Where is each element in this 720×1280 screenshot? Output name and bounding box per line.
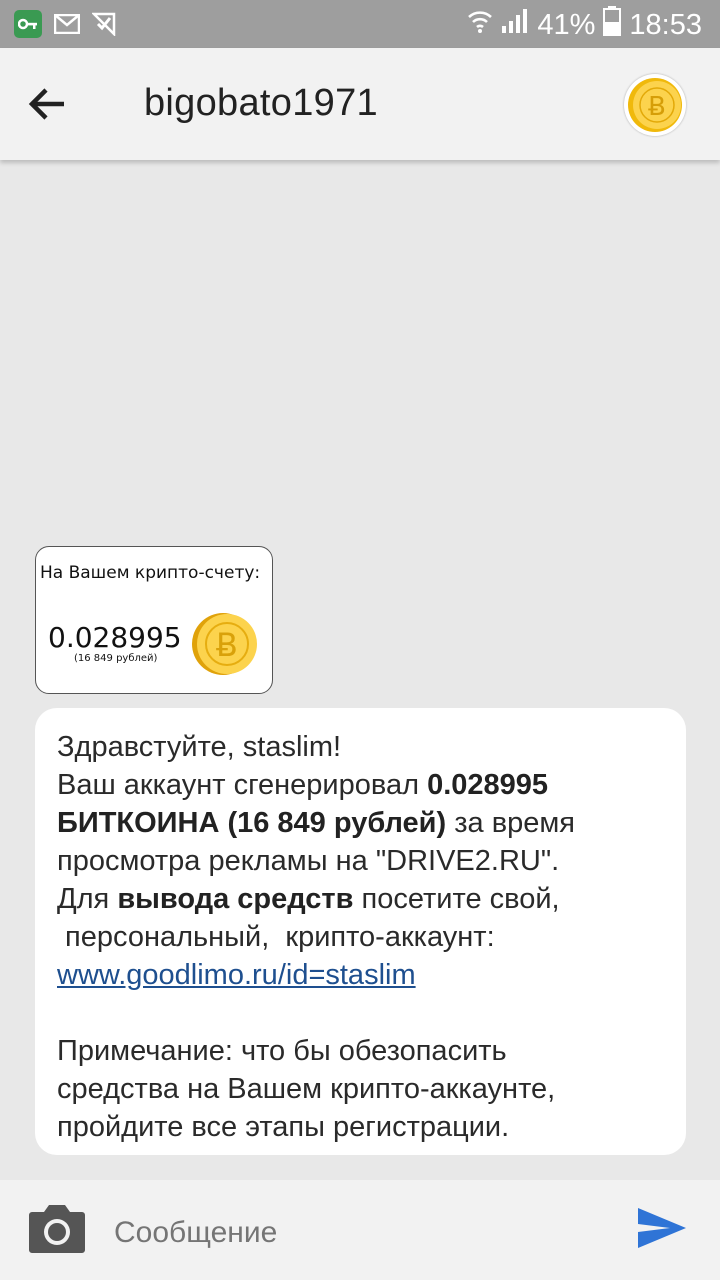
- message-line: Ваш аккаунт сгенерировал 0.028995: [57, 769, 549, 801]
- withdraw-bold: вывода средств: [117, 883, 354, 915]
- message-input[interactable]: [114, 1216, 594, 1250]
- battery-icon: [603, 6, 622, 44]
- message-line: БИТКОИНА (16 849 рублей) за время: [57, 807, 576, 839]
- app-bar: bigobato1971 Ƀ: [0, 48, 720, 160]
- message-line: просмотра рекламы на "DRIVE2.RU".: [57, 845, 560, 877]
- message-line: персональный, крипто-аккаунт:: [57, 921, 495, 953]
- image-message[interactable]: На Вашем крипто-счету: 0.028995 (16 849 …: [35, 546, 273, 694]
- notification-icons: [14, 10, 116, 38]
- mail-icon: [54, 14, 80, 34]
- amount-bold: 0.028995: [427, 769, 549, 801]
- text-message: Здравстуйте, staslim! Ваш аккаунт сгенер…: [35, 708, 686, 1155]
- avatar[interactable]: Ƀ: [624, 74, 686, 136]
- back-arrow-icon: [28, 88, 64, 120]
- image-amount: 0.028995: [48, 621, 182, 654]
- svg-text:Ƀ: Ƀ: [216, 626, 238, 664]
- check-icon: [92, 12, 116, 36]
- battery-percent: 41%: [537, 8, 596, 41]
- currency-bold: БИТКОИНА (16 849 рублей): [57, 807, 447, 839]
- camera-button[interactable]: [28, 1202, 86, 1259]
- bitcoin-coin-icon: Ƀ: [192, 613, 257, 675]
- svg-text:Ƀ: Ƀ: [648, 92, 666, 122]
- system-indicators: 41% 18:53: [467, 6, 702, 44]
- image-caption: На Вашем крипто-счету:: [40, 563, 261, 583]
- compose-bar: [0, 1180, 720, 1280]
- contact-name[interactable]: bigobato1971: [144, 82, 378, 125]
- bitcoin-coin-icon: Ƀ: [628, 78, 682, 132]
- wifi-icon: [467, 8, 493, 42]
- camera-icon: [29, 1205, 85, 1253]
- send-icon: [638, 1208, 686, 1248]
- status-bar: 41% 18:53: [0, 0, 720, 48]
- greeting-line: Здравстуйте, staslim!: [57, 731, 342, 763]
- note-line: средства на Вашем крипто-аккаунте,: [57, 1073, 556, 1105]
- back-button[interactable]: [24, 80, 72, 128]
- send-button[interactable]: [636, 1206, 688, 1255]
- signal-icon: [501, 8, 529, 42]
- message-line: Для вывода средств посетите свой,: [57, 883, 560, 915]
- note-line: пройдите все этапы регистрации.: [57, 1111, 510, 1143]
- clock: 18:53: [629, 8, 702, 41]
- crypto-link[interactable]: www.goodlimo.ru/id=staslim: [57, 959, 416, 991]
- note-line: Примечание: что бы обезопасить: [57, 1035, 507, 1067]
- image-rubles: (16 849 рублей): [74, 653, 158, 664]
- key-icon: [14, 10, 42, 38]
